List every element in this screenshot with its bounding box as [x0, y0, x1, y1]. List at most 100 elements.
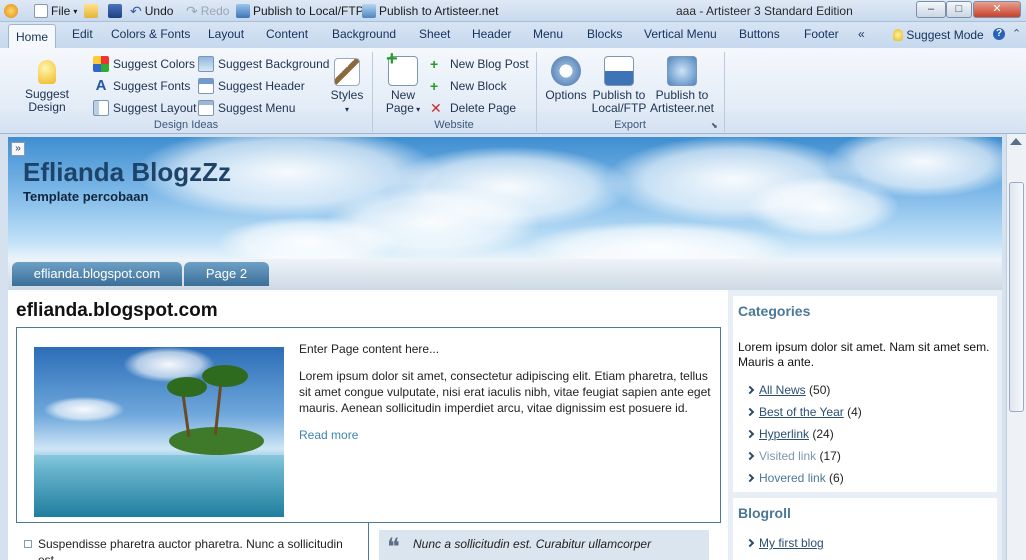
category-item[interactable]: All News (50) [745, 383, 830, 397]
post-text[interactable]: Enter Page content here... Lorem ipsum d… [299, 341, 719, 454]
ribbon-expand-icon[interactable]: ⌃ [1012, 27, 1021, 40]
new-block-icon: + [430, 78, 439, 94]
undo-icon: ↶ [130, 2, 142, 19]
scroll-thumb[interactable] [1009, 182, 1024, 412]
quick-publish-artisteer-label: Publish to Artisteer.net [379, 4, 499, 18]
tab-vertical-menu[interactable]: Vertical Menu [644, 27, 717, 41]
tab-background[interactable]: Background [332, 27, 396, 41]
open-button[interactable] [84, 3, 98, 19]
category-count: (4) [847, 405, 862, 419]
category-link[interactable]: Hyperlink [759, 427, 809, 441]
tab-buttons[interactable]: Buttons [739, 27, 780, 41]
tab-layout[interactable]: Layout [208, 27, 244, 41]
category-item[interactable]: Best of the Year (4) [745, 405, 862, 419]
new-block-button[interactable]: + New Block [430, 78, 507, 94]
tab-colors-fonts[interactable]: Colors & Fonts [111, 27, 190, 41]
chevron-right-icon [745, 473, 755, 483]
vertical-scrollbar[interactable] [1006, 134, 1026, 560]
minimize-button[interactable]: – [916, 1, 946, 18]
file-menu-button[interactable]: File ▾ [34, 3, 77, 19]
blogroll-link[interactable]: My first blog [759, 536, 824, 550]
publish-artisteer-button[interactable]: Publish to Artisteer.net [648, 56, 716, 115]
category-link[interactable]: Visited link [759, 449, 816, 463]
suggest-header-button[interactable]: Suggest Header [198, 78, 305, 94]
blockquote: ❝ Nunc a sollicitudin est. Curabitur ull… [379, 530, 709, 560]
publish-artisteer-label-2: Artisteer.net [649, 101, 715, 115]
categories-text: Lorem ipsum dolor sit amet. Nam sit amet… [738, 340, 990, 369]
chevron-right-icon [745, 451, 755, 461]
suggest-mode-label: Suggest Mode [906, 28, 984, 42]
suggest-background-label: Suggest Background [218, 57, 330, 71]
maximize-button[interactable]: □ [946, 1, 972, 18]
close-button[interactable]: ✕ [973, 1, 1021, 18]
site-slogan[interactable]: Template percobaan [23, 189, 148, 204]
tabs-collapse-button[interactable]: « [858, 27, 865, 41]
blogroll-item[interactable]: My first blog [745, 536, 824, 550]
app-menu-button[interactable] [4, 3, 18, 19]
quick-publish-local-button[interactable]: Publish to Local/FTP [236, 3, 364, 19]
styles-button[interactable]: Styles ▾ [328, 58, 366, 116]
options-button[interactable]: Options [542, 56, 590, 102]
category-item[interactable]: Visited link (17) [745, 449, 841, 463]
suggest-mode-button[interactable]: Suggest Mode [893, 28, 984, 42]
nav-item-page-2[interactable]: Page 2 [184, 262, 269, 286]
site-header[interactable]: » Eflianda BlogzZz Template percobaan [8, 137, 1002, 259]
suggest-menu-button[interactable]: Suggest Menu [198, 100, 295, 116]
save-button[interactable] [108, 3, 122, 19]
category-item[interactable]: Hyperlink (24) [745, 427, 834, 441]
new-blog-post-button[interactable]: + New Blog Post [430, 56, 529, 72]
expand-panel-button[interactable]: » [11, 142, 25, 156]
suggest-layout-button[interactable]: Suggest Layout [93, 100, 196, 116]
suggest-design-button[interactable]: Suggest Design [6, 60, 88, 114]
categories-title: Categories [738, 303, 811, 319]
suggest-colors-button[interactable]: Suggest Colors [93, 56, 195, 72]
post-title[interactable]: eflianda.blogspot.com [16, 300, 218, 322]
redo-button[interactable]: ↷ Redo [186, 3, 229, 19]
categories-block[interactable]: Categories Lorem ipsum dolor sit amet. N… [733, 296, 997, 492]
options-icon [551, 56, 581, 86]
help-icon[interactable]: ? [993, 28, 1005, 40]
chevron-right-icon [745, 407, 755, 417]
suggest-fonts-label: Suggest Fonts [113, 79, 191, 93]
tab-menu[interactable]: Menu [533, 27, 563, 41]
suggest-fonts-button[interactable]: A Suggest Fonts [93, 77, 191, 94]
redo-label: Redo [200, 4, 230, 18]
category-count: (24) [812, 427, 834, 441]
menu-icon [198, 100, 214, 116]
nav-item-home[interactable]: eflianda.blogspot.com [12, 262, 182, 286]
new-blog-post-label: New Blog Post [450, 57, 529, 71]
delete-page-button[interactable]: ✕ Delete Page [430, 100, 516, 116]
title-bar: File ▾ ↶ Undo ↷ Redo Publish to Local/FTP… [0, 0, 1026, 22]
tab-content[interactable]: Content [266, 27, 308, 41]
publish-local-button[interactable]: Publish to Local/FTP [590, 56, 648, 115]
content-area: eflianda.blogspot.com Enter Page content… [8, 290, 728, 560]
tab-footer[interactable]: Footer [804, 27, 839, 41]
quick-publish-artisteer-button[interactable]: Publish to Artisteer.net [362, 3, 498, 19]
undo-button[interactable]: ↶ Undo [130, 3, 173, 19]
font-icon: A [95, 77, 107, 94]
tab-blocks[interactable]: Blocks [587, 27, 622, 41]
category-item[interactable]: Hovered link (6) [745, 471, 844, 485]
scroll-up-icon[interactable] [1010, 138, 1022, 145]
new-page-button[interactable]: + New Page ▾ [380, 49, 426, 116]
read-more-link[interactable]: Read more [299, 428, 358, 442]
tab-sheet[interactable]: Sheet [419, 27, 450, 41]
chevron-right-icon [745, 385, 755, 395]
tab-edit[interactable]: Edit [72, 27, 93, 41]
suggest-background-button[interactable]: Suggest Background [198, 56, 329, 72]
suggest-design-label: Suggest Design [24, 87, 70, 114]
save-icon [108, 4, 122, 18]
category-link[interactable]: Best of the Year [759, 405, 844, 419]
tab-home[interactable]: Home [8, 24, 56, 49]
template-preview: » Eflianda BlogzZz Template percobaan ef… [8, 137, 1002, 560]
publish-ftp-icon [604, 56, 634, 86]
dialog-launcher-icon[interactable]: ⬊ [711, 121, 718, 130]
category-link[interactable]: Hovered link [759, 471, 826, 485]
category-link[interactable]: All News [759, 383, 806, 397]
tab-header[interactable]: Header [472, 27, 511, 41]
new-page-label-2: Page [385, 101, 414, 115]
post-content-box[interactable]: Enter Page content here... Lorem ipsum d… [16, 327, 721, 523]
blogroll-block[interactable]: Blogroll My first blog [733, 498, 997, 560]
category-count: (6) [829, 471, 844, 485]
site-title[interactable]: Eflianda BlogzZz [23, 157, 231, 188]
